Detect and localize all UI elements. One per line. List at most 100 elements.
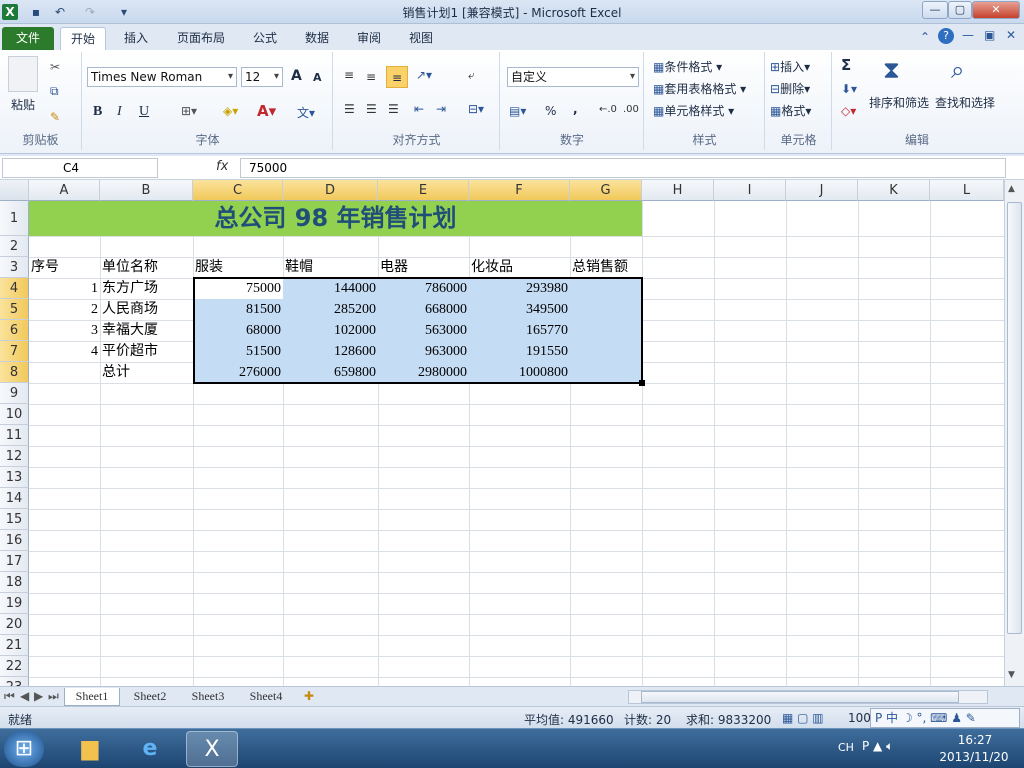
value-cell[interactable]: 285200 — [283, 299, 378, 320]
autosum-button[interactable]: Σ — [841, 56, 851, 74]
explorer-icon[interactable]: ▆ — [64, 731, 116, 767]
sheet-nav-next-icon[interactable]: ▶ — [34, 688, 43, 706]
sort-filter-icon[interactable]: ⧗ — [883, 56, 900, 84]
increase-indent-icon[interactable]: ⇥ — [436, 102, 446, 116]
row-header[interactable]: 22 — [0, 656, 29, 677]
column-header-l[interactable]: L — [930, 180, 1004, 201]
ime-indicator[interactable]: CH — [838, 741, 854, 754]
column-header-j[interactable]: J — [786, 180, 858, 201]
total-value-cell[interactable]: 659800 — [283, 362, 378, 383]
tab-data[interactable]: 数据 — [295, 27, 339, 50]
borders-icon[interactable]: ⊞▾ — [181, 104, 197, 118]
phonetic-icon[interactable]: 文▾ — [297, 104, 315, 121]
view-normal-icon[interactable]: ▦ ▢ ▥ — [782, 711, 824, 725]
sheet-nav-first-icon[interactable]: ⏮ — [4, 688, 15, 706]
column-header-b[interactable]: B — [100, 180, 193, 201]
copy-icon[interactable]: ⧉ — [50, 84, 59, 99]
value-cell[interactable]: 81500 — [193, 299, 283, 320]
header-cell[interactable]: 单位名称 — [100, 257, 193, 278]
row-header[interactable]: 10 — [0, 404, 29, 425]
decrease-indent-icon[interactable]: ⇤ — [414, 102, 424, 116]
header-cell[interactable]: 电器 — [378, 257, 469, 278]
total-value-cell[interactable]: 2980000 — [378, 362, 469, 383]
currency-icon[interactable]: ▤▾ — [509, 104, 526, 118]
header-cell[interactable]: 序号 — [29, 257, 100, 278]
scroll-up-icon[interactable]: ▲ — [1008, 184, 1015, 194]
value-cell[interactable]: 68000 — [193, 320, 283, 341]
sheet-nav-prev-icon[interactable]: ◀ — [20, 688, 29, 706]
font-size-select[interactable]: 12 — [241, 67, 283, 87]
row-header[interactable]: 15 — [0, 509, 29, 530]
row-number-cell[interactable]: 4 — [29, 341, 100, 362]
clear-icon[interactable]: ◇▾ — [841, 104, 856, 118]
scroll-thumb[interactable] — [1007, 202, 1022, 634]
name-box[interactable]: C4 — [2, 158, 158, 178]
clock-time[interactable]: 16:27 — [950, 733, 1000, 747]
underline-button[interactable]: U — [139, 104, 149, 120]
vertical-scrollbar[interactable]: ▲ ▼ — [1004, 180, 1024, 686]
horizontal-scroll-thumb[interactable] — [641, 691, 959, 703]
value-cell[interactable]: 349500 — [469, 299, 570, 320]
font-color-icon[interactable]: A▾ — [257, 102, 276, 120]
maximize-button[interactable]: ▢ — [948, 1, 972, 19]
align-middle-icon[interactable]: ≡ — [366, 70, 376, 84]
column-header-f[interactable]: F — [469, 180, 570, 201]
row-header[interactable]: 5 — [0, 299, 29, 320]
italic-button[interactable]: I — [117, 104, 122, 120]
sheet-title-cell[interactable]: 总公司 98 年销售计划 — [29, 201, 642, 236]
row-header[interactable]: 20 — [0, 614, 29, 635]
formula-input[interactable]: 75000 — [240, 158, 1006, 178]
cell-styles-button[interactable]: ▦ 单元格样式 ▾ — [653, 102, 734, 119]
excel-taskbar-icon[interactable]: X — [186, 731, 238, 767]
workbook-minimize-icon[interactable]: — — [962, 28, 974, 42]
clock-date[interactable]: 2013/11/20 — [936, 750, 1012, 764]
merge-center-icon[interactable]: ⊟▾ — [468, 102, 484, 116]
tab-page-layout[interactable]: 页面布局 — [167, 27, 235, 50]
align-bottom-icon[interactable]: ≡ — [386, 66, 408, 88]
value-cell[interactable]: 102000 — [283, 320, 378, 341]
fill-color-icon[interactable]: ◈▾ — [223, 104, 238, 118]
align-top-icon[interactable]: ≡ — [344, 68, 354, 82]
percent-button[interactable]: % — [545, 104, 556, 118]
font-name-select[interactable]: Times New Roman — [87, 67, 237, 87]
value-cell[interactable]: 75000 — [193, 278, 283, 299]
ie-icon[interactable]: e — [124, 731, 176, 767]
column-header-k[interactable]: K — [858, 180, 930, 201]
grow-font-button[interactable]: A — [291, 68, 302, 84]
format-cells-button[interactable]: ▦格式▾ — [770, 102, 811, 119]
value-cell[interactable]: 563000 — [378, 320, 469, 341]
align-left-icon[interactable]: ☰ — [344, 102, 355, 116]
row-header[interactable]: 16 — [0, 530, 29, 551]
sheet-tab-2[interactable]: Sheet2 — [122, 688, 178, 706]
sheet-nav-last-icon[interactable]: ⏭ — [48, 688, 59, 706]
total-value-cell[interactable]: 1000800 — [469, 362, 570, 383]
insert-cells-button[interactable]: ⊞插入▾ — [770, 58, 810, 75]
align-center-icon[interactable]: ☰ — [366, 102, 377, 116]
unit-name-cell[interactable]: 幸福大厦 — [100, 320, 193, 341]
value-cell[interactable]: 51500 — [193, 341, 283, 362]
value-cell[interactable]: 144000 — [283, 278, 378, 299]
header-cell[interactable]: 鞋帽 — [283, 257, 378, 278]
close-button[interactable]: ✕ — [972, 1, 1020, 19]
row-header[interactable]: 13 — [0, 467, 29, 488]
value-cell[interactable]: 668000 — [378, 299, 469, 320]
total-label-cell[interactable]: 总计 — [100, 362, 193, 383]
unit-name-cell[interactable]: 平价超市 — [100, 341, 193, 362]
column-header-g[interactable]: G — [570, 180, 642, 201]
row-header[interactable]: 1 — [0, 201, 29, 236]
row-header[interactable]: 23 — [0, 677, 29, 686]
fill-icon[interactable]: ⬇▾ — [841, 82, 857, 96]
start-button[interactable]: ⊞ — [4, 731, 44, 767]
column-header-e[interactable]: E — [378, 180, 469, 201]
help-icon[interactable]: ? — [938, 28, 954, 44]
unit-name-cell[interactable]: 东方广场 — [100, 278, 193, 299]
row-header[interactable]: 3 — [0, 257, 29, 278]
horizontal-scrollbar[interactable] — [628, 690, 988, 704]
shrink-font-button[interactable]: A — [313, 71, 322, 84]
row-header[interactable]: 8 — [0, 362, 29, 383]
decrease-decimal-icon[interactable]: .00 — [623, 104, 639, 115]
zoom-level[interactable]: 100 — [848, 711, 871, 725]
column-header-i[interactable]: I — [714, 180, 786, 201]
sort-filter-button[interactable]: 排序和筛选 — [869, 94, 929, 111]
bold-button[interactable]: B — [93, 104, 102, 120]
